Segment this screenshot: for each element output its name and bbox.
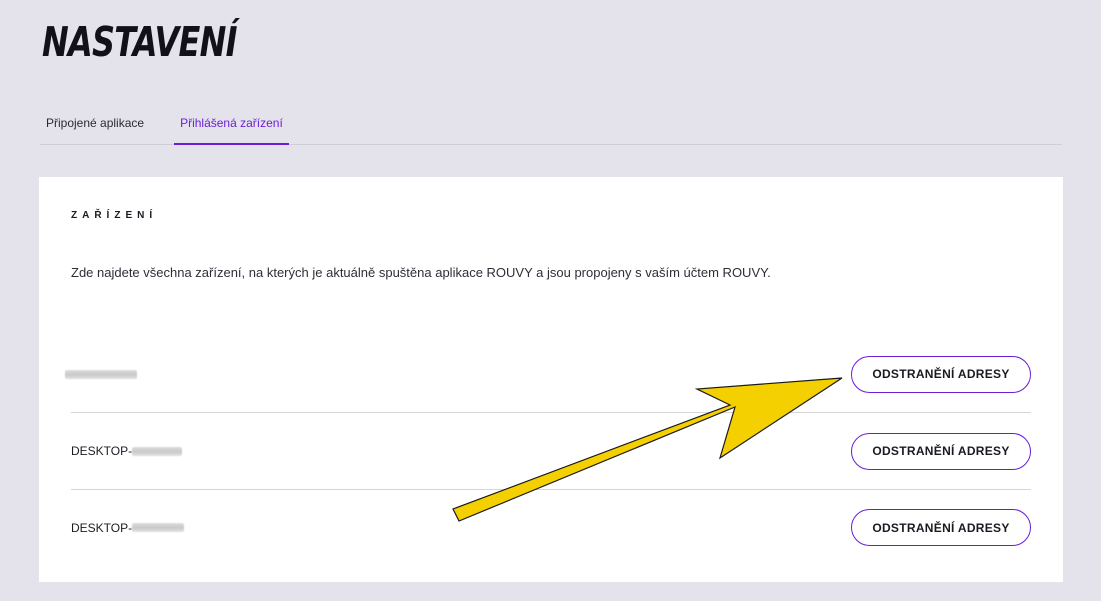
page-title: NASTAVENÍ [42,18,237,66]
remove-button-2[interactable]: ODSTRANĚNÍ ADRESY [851,432,1031,470]
remove-button-1[interactable]: ODSTRANĚNÍ ADRESY [851,355,1031,393]
device-name: DESKTOP- [71,520,185,535]
devices-card: ZAŘÍZENÍ Zde najdete všechna zařízení, n… [39,177,1063,582]
settings-tabs: Připojené aplikace Přihlášená zařízení [40,104,1062,145]
remove-button-3[interactable]: ODSTRANĚNÍ ADRESY [851,509,1031,546]
redacted-device-name [132,446,183,456]
section-description: Zde najdete všechna zařízení, na kterých… [71,265,771,280]
tab-logged-in-devices[interactable]: Přihlášená zařízení [174,104,289,145]
device-row: DESKTOP- ODSTRANĚNÍ ADRESY [71,489,1031,566]
section-title: ZAŘÍZENÍ [71,210,158,221]
tab-connected-apps[interactable]: Připojené aplikace [40,104,150,145]
redacted-device-name [65,369,137,379]
device-row: DESKTOP- ODSTRANĚNÍ ADRESY [71,413,1031,490]
device-name-prefix: DESKTOP- [71,444,133,458]
device-name: DESKTOP- [71,444,183,458]
device-name-prefix: DESKTOP- [71,520,133,535]
device-row: ODSTRANĚNÍ ADRESY [65,336,1031,413]
device-name [65,369,137,379]
redacted-device-name [132,523,185,532]
